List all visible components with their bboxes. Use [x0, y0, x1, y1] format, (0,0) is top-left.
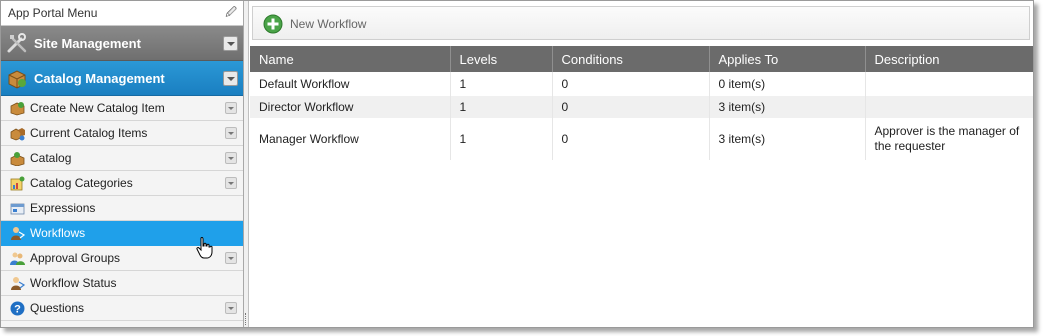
cell-conditions: 0	[552, 72, 710, 96]
cell-name: Manager Workflow	[250, 118, 451, 160]
column-header-applies-to[interactable]: Applies To	[709, 46, 866, 72]
cell-levels: 1	[450, 72, 553, 96]
catalog-icon	[10, 152, 25, 166]
cell-levels: 1	[450, 96, 553, 118]
cell-conditions: 0	[552, 96, 710, 118]
expand-toggle[interactable]	[225, 302, 237, 314]
collapse-toggle[interactable]	[223, 71, 238, 86]
sidebar-item-label: Catalog	[30, 151, 72, 165]
section-catalog-management[interactable]: Catalog Management	[1, 61, 243, 96]
collapse-toggle[interactable]	[223, 36, 238, 51]
sidebar-item-workflow-status[interactable]: Workflow Status	[1, 271, 243, 296]
sidebar-item-catalog[interactable]: Catalog	[1, 146, 243, 171]
section-label: Catalog Management	[34, 71, 165, 86]
panel-splitter[interactable]	[244, 1, 249, 327]
cell-name: Director Workflow	[250, 96, 451, 118]
tools-icon	[7, 33, 27, 53]
sidebar-item-label: Workflow Status	[30, 276, 117, 290]
workflow-table: Name Levels Conditions Applies To Descri…	[250, 46, 1033, 160]
table-header-row: Name Levels Conditions Applies To Descri…	[250, 46, 1033, 72]
table-row[interactable]: Director Workflow 1 0 3 item(s)	[250, 96, 1033, 118]
sidebar-item-create-new-catalog-item[interactable]: Create New Catalog Item	[1, 96, 243, 121]
new-workflow-label: New Workflow	[290, 17, 367, 31]
workflow-icon	[11, 227, 25, 240]
sidebar-item-label: Create New Catalog Item	[30, 101, 165, 115]
sidebar-item-questions[interactable]: ? Questions	[1, 296, 243, 321]
expand-toggle[interactable]	[225, 152, 237, 164]
sidebar-menu: App Portal Menu 🖉 Site Management Catalo…	[1, 1, 244, 327]
cell-applies-to: 3 item(s)	[709, 96, 866, 118]
main-panel: New Workflow Name Levels Conditions Appl…	[250, 1, 1033, 327]
toolbar: New Workflow	[252, 6, 1030, 40]
sidebar-item-label: Catalog Categories	[30, 176, 133, 190]
column-header-levels[interactable]: Levels	[450, 46, 553, 72]
cell-name: Default Workflow	[250, 72, 451, 96]
expression-icon	[10, 203, 25, 215]
expand-toggle[interactable]	[225, 102, 237, 114]
sidebar-title-text: App Portal Menu	[8, 6, 98, 20]
plus-icon	[263, 14, 283, 34]
sidebar-item-expressions[interactable]: Expressions	[1, 196, 243, 221]
group-icon	[10, 252, 25, 265]
cell-levels: 1	[450, 118, 553, 160]
new-box-icon	[10, 102, 25, 116]
cell-applies-to: 0 item(s)	[709, 72, 866, 96]
svg-text:?: ?	[14, 304, 21, 316]
column-header-name[interactable]: Name	[250, 46, 451, 72]
sidebar-item-label: Current Catalog Items	[30, 126, 148, 140]
new-workflow-button[interactable]: New Workflow	[263, 13, 366, 35]
cell-description	[865, 96, 1033, 118]
sidebar-title: App Portal Menu 🖉	[1, 1, 243, 26]
cell-description: Approver is the manager of the requester	[865, 118, 1033, 160]
cell-applies-to: 3 item(s)	[709, 118, 866, 160]
section-site-management[interactable]: Site Management	[1, 26, 243, 61]
categories-icon	[10, 176, 25, 191]
pin-icon[interactable]: 🖉	[225, 1, 237, 26]
cell-conditions: 0	[552, 118, 710, 160]
sidebar-item-label: Workflows	[30, 226, 86, 240]
question-icon: ?	[10, 301, 25, 316]
column-header-description[interactable]: Description	[865, 46, 1033, 72]
catalog-box-icon	[8, 70, 26, 89]
sidebar-item-label: Questions	[30, 301, 85, 315]
splitter-grip[interactable]	[245, 313, 247, 325]
expand-toggle[interactable]	[225, 127, 237, 139]
app-window: App Portal Menu 🖉 Site Management Catalo…	[0, 0, 1034, 328]
section-label: Site Management	[34, 36, 141, 51]
expand-toggle[interactable]	[225, 177, 237, 189]
table-row[interactable]: Manager Workflow 1 0 3 item(s) Approver …	[250, 118, 1033, 160]
expand-toggle[interactable]	[225, 252, 237, 264]
workflow-status-icon	[11, 277, 25, 290]
table-row[interactable]: Default Workflow 1 0 0 item(s)	[250, 72, 1033, 96]
column-header-conditions[interactable]: Conditions	[552, 46, 710, 72]
boxes-icon	[10, 128, 25, 141]
sidebar-item-current-catalog-items[interactable]: Current Catalog Items	[1, 121, 243, 146]
sidebar-item-label: Approval Groups	[30, 251, 121, 265]
hand-cursor-icon	[196, 237, 213, 259]
sidebar-item-catalog-categories[interactable]: Catalog Categories	[1, 171, 243, 196]
cell-description	[865, 72, 1033, 96]
sidebar-item-label: Expressions	[30, 201, 96, 215]
